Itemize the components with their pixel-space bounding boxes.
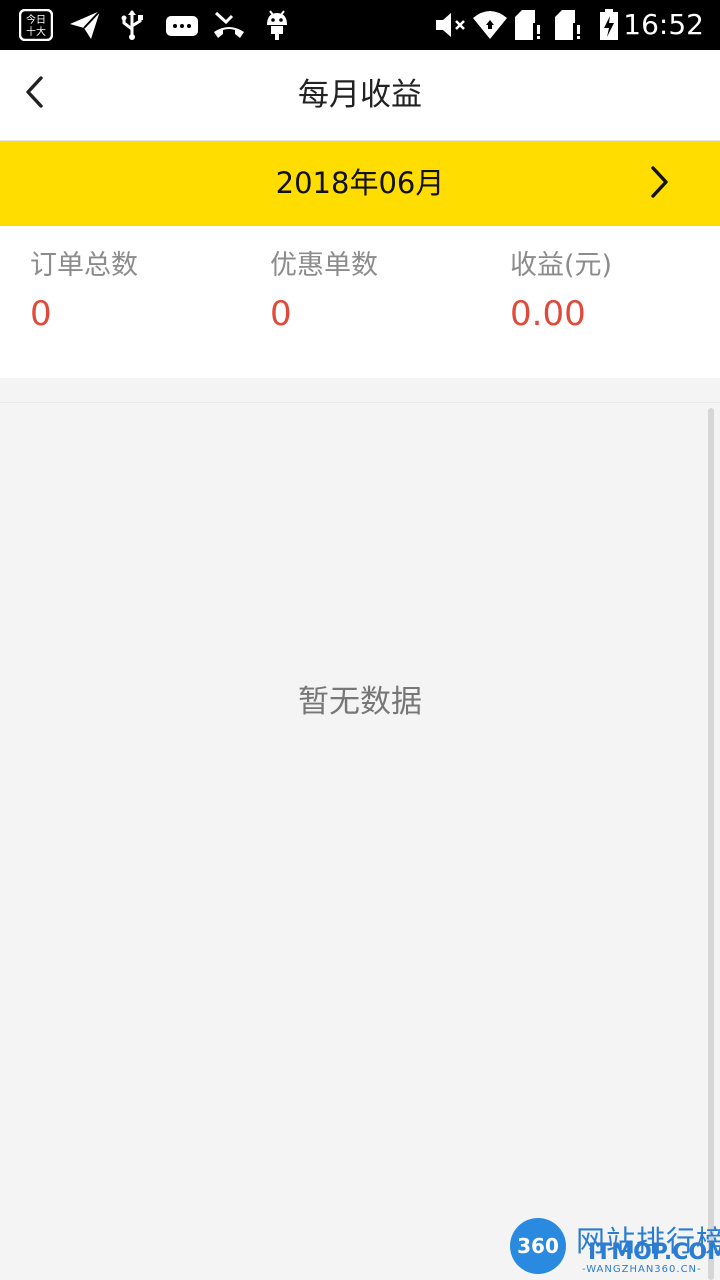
month-selector: 2018年06月: [0, 141, 720, 226]
status-bar: 今日 十大 16:52: [0, 0, 720, 50]
status-time: 16:52: [623, 8, 704, 41]
watermark-logo: 360: [510, 1218, 566, 1274]
scrollbar[interactable]: [708, 408, 714, 1280]
month-label: 2018年06月: [275, 166, 445, 200]
chevron-left-icon: [23, 75, 45, 113]
divider: [0, 402, 720, 403]
usb-icon: [118, 8, 146, 42]
stats-panel: 订单总数 0 优惠单数 0 收益(元) 0.00: [0, 226, 720, 378]
chevron-right-icon: [649, 165, 671, 203]
watermark-sub-text: -WANGZHAN360.CN-: [582, 1264, 702, 1275]
app-bar: 每月收益: [0, 50, 720, 141]
stat-value: 0: [30, 294, 52, 334]
stat-label: 订单总数: [30, 250, 138, 281]
stat-total-orders: 订单总数 0: [30, 248, 250, 340]
next-month-button[interactable]: [640, 161, 680, 207]
message-icon: [164, 8, 200, 42]
news-app-icon: 今日 十大: [18, 8, 54, 42]
back-button[interactable]: [12, 70, 56, 118]
svg-text:今日: 今日: [26, 13, 46, 26]
stat-label: 收益(元): [510, 250, 613, 281]
stat-earnings: 收益(元) 0.00: [510, 248, 720, 340]
android-icon: [262, 8, 292, 42]
sim1-icon: [512, 8, 546, 42]
watermark: 360 网站排行榜 ITMOP.COM -WANGZHAN360.CN-: [506, 1216, 720, 1280]
empty-state-text: 暂无数据: [298, 684, 422, 720]
svg-text:十大: 十大: [26, 25, 46, 38]
stat-discount-orders: 优惠单数 0: [270, 248, 490, 340]
stat-label: 优惠单数: [270, 250, 378, 281]
battery-charging-icon: [598, 8, 620, 42]
watermark-en-text: ITMOP.COM: [588, 1240, 720, 1265]
wifi-icon: [472, 8, 508, 42]
stat-value: 0.00: [510, 294, 586, 334]
stat-value: 0: [270, 294, 292, 334]
sim2-icon: [552, 8, 586, 42]
mute-icon: [434, 8, 468, 42]
missed-call-icon: [212, 8, 246, 42]
send-icon: [68, 8, 102, 42]
page-title: 每月收益: [298, 77, 422, 113]
